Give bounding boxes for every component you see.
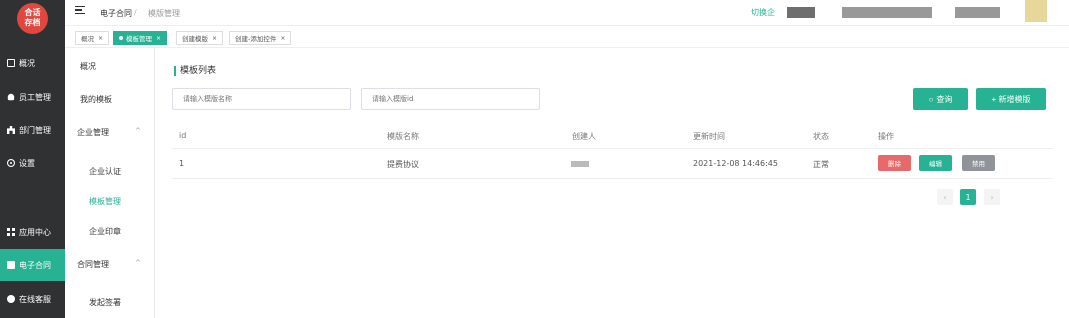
sidebar-item-settings[interactable]: 设置 xyxy=(0,147,65,179)
breadcrumb-separator: / xyxy=(134,8,137,17)
submenu-item-overview[interactable]: 概况 xyxy=(80,61,96,72)
tag-create-template[interactable]: 创建模版 × xyxy=(176,31,224,45)
breadcrumb-current: 模版管理 xyxy=(148,9,180,18)
document-icon xyxy=(7,261,15,269)
monitor-icon xyxy=(7,59,15,67)
close-icon[interactable]: × xyxy=(280,35,285,42)
template-name-search-input[interactable] xyxy=(172,88,351,110)
switch-enterprise-link[interactable]: 切换企 xyxy=(751,7,775,18)
chevron-up-icon: ^ xyxy=(135,259,141,267)
col-header-creator: 创建人 xyxy=(572,132,596,141)
pagination-prev-button[interactable]: ‹ xyxy=(937,189,953,205)
sidebar: 合话 存档 概况 员工管理 部门管理 设置 应用中心 电子合同 在线客服 xyxy=(0,0,65,318)
close-icon[interactable]: × xyxy=(98,35,103,42)
tag-add-control[interactable]: 创建-添加控件 × xyxy=(229,31,292,45)
col-header-actions: 操作 xyxy=(878,132,894,141)
sidebar-item-label: 部门管理 xyxy=(19,125,51,135)
col-header-status: 状态 xyxy=(813,132,829,141)
submenu-group-contract[interactable]: 合同管理 xyxy=(77,259,109,270)
delete-button[interactable]: 删除 xyxy=(878,155,911,171)
close-icon[interactable]: × xyxy=(212,35,217,42)
sidebar-item-e-contract[interactable]: 电子合同 xyxy=(0,249,65,281)
submenu: 概况 我的模板 企业管理 ^ 企业认证 模板管理 企业印章 合同管理 ^ 发起签… xyxy=(65,48,155,318)
pagination-next-button[interactable]: › xyxy=(984,189,1000,205)
cell-updated: 2021-12-08 14:46:45 xyxy=(693,159,778,168)
tag-label: 创建-添加控件 xyxy=(235,35,277,43)
main-content: 模板列表 ○查询 + 新增模版 id 模版名称 创建人 更新时间 状态 操作 1… xyxy=(155,48,1069,318)
add-template-button[interactable]: + 新增模版 xyxy=(976,88,1046,110)
pagination-page-1[interactable]: 1 xyxy=(960,189,976,205)
template-id-search-input[interactable] xyxy=(361,88,540,110)
submenu-group-enterprise[interactable]: 企业管理 xyxy=(77,127,109,138)
redacted-text xyxy=(787,7,815,18)
submenu-item-initiate-sign[interactable]: 发起签署 xyxy=(89,297,121,308)
cell-status: 正常 xyxy=(813,160,829,169)
sidebar-item-label: 概况 xyxy=(19,58,35,68)
sidebar-item-label: 在线客服 xyxy=(19,294,51,304)
sidebar-item-departments[interactable]: 部门管理 xyxy=(0,114,65,146)
cell-id: 1 xyxy=(179,159,185,168)
table-row: 1 提费协议 2021-12-08 14:46:45 正常 删除 编辑 禁用 xyxy=(172,149,1053,179)
sidebar-item-label: 设置 xyxy=(19,158,35,168)
sidebar-item-label: 电子合同 xyxy=(19,260,51,270)
query-button[interactable]: ○ 查询 xyxy=(913,88,968,110)
cell-creator-redacted xyxy=(571,161,589,167)
cell-name: 提费协议 xyxy=(387,160,419,169)
logo: 合话 存档 xyxy=(17,3,48,34)
query-button-label: 查询 xyxy=(936,94,953,104)
col-header-name: 模版名称 xyxy=(387,132,419,141)
redacted-text xyxy=(955,7,1000,18)
submenu-item-my-templates[interactable]: 我的模板 xyxy=(80,94,112,105)
col-header-updated: 更新时间 xyxy=(693,132,725,141)
user-icon xyxy=(7,93,15,101)
sidebar-item-label: 员工管理 xyxy=(19,92,51,102)
tag-template-mgmt[interactable]: 模板管理 × xyxy=(113,31,168,45)
logo-line1: 合话 xyxy=(24,8,41,17)
tag-bar: 概况 × 模板管理 × 创建模版 × 创建-添加控件 × xyxy=(65,27,1069,48)
chevron-up-icon: ^ xyxy=(135,127,141,135)
active-dot-icon xyxy=(119,36,123,40)
tag-label: 模板管理 xyxy=(126,35,152,43)
page-title: 模板列表 xyxy=(174,66,216,76)
submenu-item-enterprise-seal[interactable]: 企业印章 xyxy=(89,226,121,237)
submenu-item-template-mgmt[interactable]: 模板管理 xyxy=(89,196,121,207)
sidebar-item-employees[interactable]: 员工管理 xyxy=(0,81,65,113)
menu-toggle-icon[interactable] xyxy=(75,6,85,14)
sidebar-item-online-service[interactable]: 在线客服 xyxy=(0,283,65,315)
tag-label: 概况 xyxy=(81,35,94,43)
table-header: id 模版名称 创建人 更新时间 状态 操作 xyxy=(172,123,1053,149)
redacted-text xyxy=(842,7,932,18)
sidebar-item-label: 应用中心 xyxy=(19,227,51,237)
tag-overview[interactable]: 概况 × xyxy=(75,31,110,45)
header: 电子合同 / 模版管理 切换企 xyxy=(65,0,1069,26)
gear-icon xyxy=(7,159,15,167)
close-icon[interactable]: × xyxy=(156,35,161,42)
person-icon xyxy=(7,295,15,303)
disable-button[interactable]: 禁用 xyxy=(962,155,995,171)
avatar[interactable] xyxy=(1025,0,1047,22)
col-header-id: id xyxy=(179,131,187,140)
edit-button[interactable]: 编辑 xyxy=(919,155,952,171)
tag-label: 创建模版 xyxy=(182,35,208,43)
org-chart-icon xyxy=(7,126,15,134)
logo-line2: 存档 xyxy=(24,18,41,27)
sidebar-item-overview[interactable]: 概况 xyxy=(0,47,65,79)
sidebar-item-app-center[interactable]: 应用中心 xyxy=(0,216,65,248)
submenu-item-enterprise-auth[interactable]: 企业认证 xyxy=(89,166,121,177)
grid-icon xyxy=(7,228,15,236)
breadcrumb-item[interactable]: 电子合同 xyxy=(100,8,132,19)
search-icon: ○ xyxy=(928,94,934,104)
